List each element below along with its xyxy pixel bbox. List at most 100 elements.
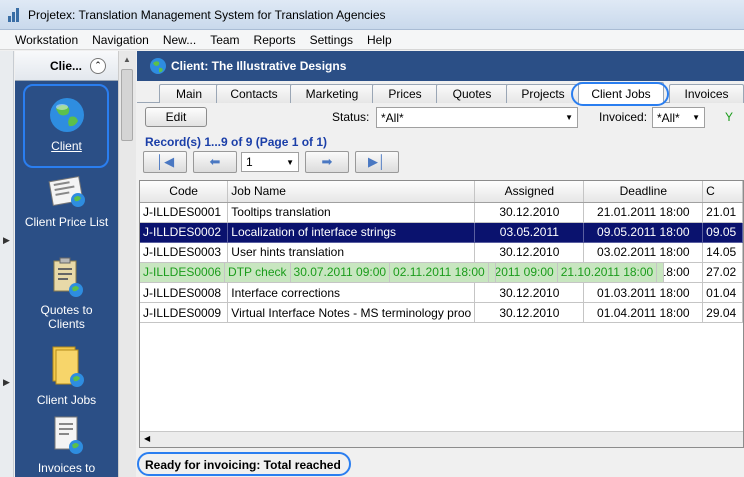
sidebar-scrollbar[interactable]: ▲ [118, 51, 136, 477]
table-row[interactable]: J-ILLDES0009 Virtual Interface Notes - MS… [140, 302, 743, 323]
table-header-row: Code Job Name Assigned Deadline C [140, 181, 743, 203]
column-header-deadline[interactable]: Deadline [583, 181, 704, 203]
prev-page-button[interactable]: ⬅ [193, 151, 237, 173]
menu-new[interactable]: New... [156, 33, 203, 47]
chevron-down-icon: ▼ [565, 113, 573, 122]
menu-navigation[interactable]: Navigation [85, 33, 156, 47]
status-bar: Ready for invoicing: Total reached [137, 451, 744, 477]
left-splitter[interactable]: ▶ ▶ [0, 51, 14, 477]
menu-bar: Workstation Navigation New... Team Repor… [0, 30, 744, 50]
tab-contacts[interactable]: Contacts [216, 84, 292, 103]
cell-c: 29.04 [702, 302, 743, 323]
page-select[interactable]: 1 ▼ [241, 152, 299, 172]
scroll-left-icon[interactable]: ◀ [144, 434, 150, 443]
table-row[interactable]: J-ILLDES0003 User hints translation 30.12.… [140, 242, 743, 263]
column-header-code[interactable]: Code [140, 181, 229, 203]
cell-code: J-ILLDES0002 [140, 222, 229, 243]
cell-deadline: 21.10.2011 18:00 [557, 262, 658, 283]
cell-job-name: Interface corrections [227, 282, 476, 303]
cell-job-name: DTP check [224, 262, 291, 283]
table-row[interactable]: J-ILLDES0006 DTP check 30.07.2011 09:00 02.… [140, 262, 496, 283]
status-value: *All* [381, 110, 404, 125]
cell-code: J-ILLDES0008 [140, 282, 229, 303]
scroll-up-icon[interactable]: ▲ [123, 55, 131, 64]
menu-settings[interactable]: Settings [303, 33, 360, 47]
cell-job-name: Virtual Interface Notes - MS terminology… [227, 302, 476, 323]
invoiced-select[interactable]: *All* ▼ [652, 107, 705, 128]
cell-job-name: User hints translation [227, 242, 476, 263]
invoice-icon [54, 416, 83, 454]
cell-assigned: 30.12.2010 [474, 282, 585, 303]
cell-deadline: 03.02.2011 18:00 [583, 242, 704, 263]
collapse-up-icon[interactable]: ⌃ [90, 57, 106, 74]
first-page-icon: │◀ [155, 154, 175, 169]
sidebar-item-client-price-list[interactable]: Client Price List [15, 173, 118, 229]
table-row[interactable]: J-ILLDES0002 Localization of interface st… [140, 222, 743, 243]
sidebar-item-label: Client [51, 139, 82, 153]
cell-c: 21.01 [702, 202, 743, 223]
green-indicator-text: Y [725, 110, 734, 124]
cell-assigned: 03.05.2011 [474, 222, 585, 243]
menu-reports[interactable]: Reports [247, 33, 303, 47]
tab-quotes[interactable]: Quotes [436, 84, 508, 103]
chevron-down-icon: ▼ [692, 113, 700, 122]
sidebar-item-label: Quotes to Clients [40, 303, 93, 331]
invoiced-label: Invoiced: [599, 110, 648, 124]
quote-icon [53, 257, 83, 297]
next-page-button[interactable]: ➡ [305, 151, 349, 173]
sidebar-item-client[interactable]: Client [15, 95, 118, 153]
menu-team[interactable]: Team [203, 33, 246, 47]
cell-code: J-ILLDES0003 [140, 242, 229, 263]
column-header-job-name[interactable]: Job Name [227, 181, 476, 203]
tab-invoices[interactable]: Invoices [669, 84, 744, 103]
cell-c [488, 262, 496, 283]
cell-code: J-ILLDES0006 [140, 262, 226, 283]
chevron-down-icon: ▼ [286, 158, 294, 167]
horizontal-scrollbar[interactable]: ◀ [140, 431, 743, 447]
status-label: Status: [332, 110, 370, 124]
first-page-button[interactable]: │◀ [143, 151, 187, 173]
toolbar: Edit Status: *All* ▼ Invoiced: *All* ▼ Y [137, 104, 744, 130]
column-header-assigned[interactable]: Assigned [474, 181, 585, 203]
table-row[interactable]: J-ILLDES0001 Tooltips translation 30.12.20… [140, 202, 743, 223]
window-title: Projetex: Translation Management System … [28, 7, 386, 22]
status-select[interactable]: *All* ▼ [376, 107, 578, 128]
cell-deadline: 02.11.2011 18:00 [389, 262, 489, 283]
cell-code: J-ILLDES0001 [140, 202, 229, 223]
last-page-button[interactable]: ▶│ [355, 151, 399, 173]
cell-c: 27.02 [702, 262, 743, 283]
jobs-grid: Code Job Name Assigned Deadline C J-ILLD… [139, 180, 744, 448]
page-value: 1 [246, 155, 253, 169]
tab-main[interactable]: Main [159, 84, 219, 103]
column-header-c[interactable]: C [702, 181, 743, 203]
cell-job-name: Localization of interface strings [227, 222, 476, 243]
arrow-left-icon: ⬅ [209, 154, 221, 169]
sidebar-item-quotes-to-clients[interactable]: Quotes to Clients [15, 257, 118, 331]
menu-help[interactable]: Help [360, 33, 399, 47]
cell-code: J-ILLDES0009 [140, 302, 229, 323]
cell-job-name: Tooltips translation [227, 202, 476, 223]
cell-assigned: 30.12.2010 [474, 242, 585, 263]
status-text: Ready for invoicing: Total reached [145, 458, 341, 472]
sidebar-header-label: Clie... [49, 58, 82, 73]
cell-assigned: 30.12.2010 [474, 302, 585, 323]
tab-prices[interactable]: Prices [372, 84, 438, 103]
expand-arrow-icon[interactable]: ▶ [3, 377, 10, 388]
menu-workstation[interactable]: Workstation [8, 33, 85, 47]
main-panel: Client: The Illustrative Designs Main Co… [137, 51, 744, 477]
sidebar: Clie... ⌃ Client Client Price List Quote… [15, 51, 118, 477]
expand-arrow-icon[interactable]: ▶ [3, 235, 10, 246]
sidebar-item-label: Client Jobs [36, 393, 97, 407]
sidebar-item-invoices-to-clients[interactable]: Invoices to [15, 415, 118, 475]
table-row[interactable]: J-ILLDES0008 Interface corrections 30.12.2… [140, 282, 743, 303]
arrow-right-icon: ➡ [321, 154, 333, 169]
edit-button[interactable]: Edit [145, 107, 207, 127]
client-jobs-highlight-ring [571, 82, 669, 106]
jobs-table: Code Job Name Assigned Deadline C J-ILLD… [140, 181, 743, 323]
cell-deadline: 21.01.2011 18:00 [583, 202, 704, 223]
sidebar-item-client-jobs[interactable]: Client Jobs [15, 343, 118, 407]
scrollbar-thumb[interactable] [121, 69, 133, 141]
sidebar-item-label: Client Price List [24, 215, 109, 229]
tab-marketing[interactable]: Marketing [290, 84, 374, 103]
tab-projects[interactable]: Projects [506, 84, 580, 103]
